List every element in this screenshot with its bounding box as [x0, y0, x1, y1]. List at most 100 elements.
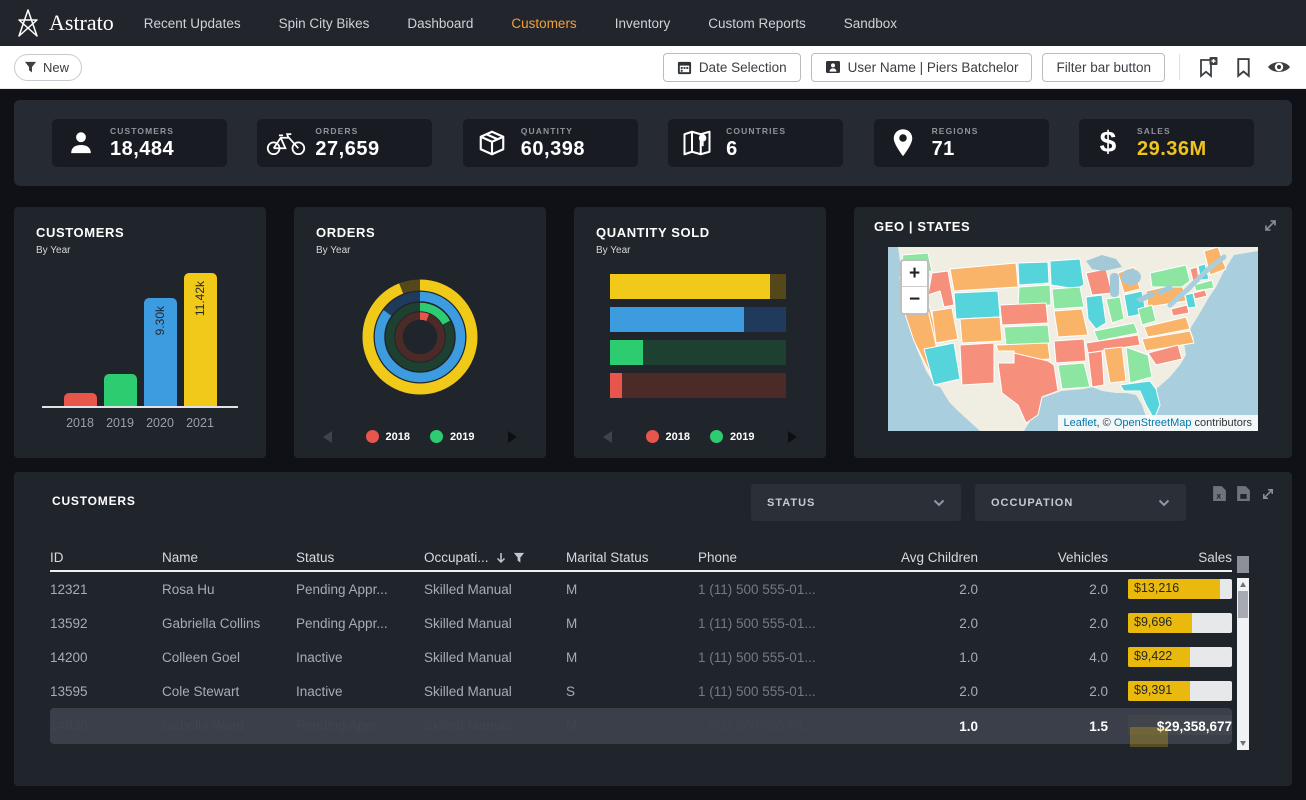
scrollbar-thumb[interactable]	[1238, 591, 1248, 618]
scroll-down-icon[interactable]	[1240, 741, 1246, 746]
cell-id: 14200	[50, 650, 162, 665]
orders-donut-chart[interactable]	[345, 262, 495, 412]
nav-item-dashboard[interactable]: Dashboard	[407, 16, 473, 31]
new-filter-label: New	[43, 60, 69, 75]
legend-prev-icon[interactable]	[323, 431, 332, 443]
kpi-label: SALES	[1137, 126, 1207, 136]
legend-next-icon[interactable]	[788, 431, 797, 443]
column-header-name[interactable]: Name	[162, 550, 296, 565]
expand-icon[interactable]	[1260, 486, 1276, 502]
chart-title: ORDERS	[316, 225, 524, 240]
astrato-logo[interactable]: Astrato	[16, 8, 114, 38]
sales-bar: $9,422	[1128, 647, 1232, 667]
kpi-label: REGIONS	[932, 126, 979, 136]
eye-icon[interactable]	[1266, 54, 1292, 80]
scroll-up-icon[interactable]	[1240, 582, 1246, 587]
charts-row: CUSTOMERS By Year 9.30k11.42k 2018201920…	[14, 207, 1292, 458]
customers-bar-chart[interactable]: 9.30k11.42k	[42, 270, 238, 408]
column-header-sales[interactable]: Sales	[1108, 550, 1232, 565]
filter-bar-button[interactable]: Filter bar button	[1042, 53, 1165, 82]
table-row[interactable]: 13592Gabriella CollinsPending Appr...Ski…	[50, 606, 1232, 640]
cell-phone: 1 (11) 500 555-01...	[698, 684, 868, 699]
user-badge-icon	[825, 59, 841, 75]
table-row[interactable]: 14200Colleen GoelInactiveSkilled ManualM…	[50, 640, 1232, 674]
legend-item-2019[interactable]: 2019	[710, 430, 754, 443]
cell-name: Gabriella Collins	[162, 616, 296, 631]
logo-text: Astrato	[49, 10, 114, 36]
x-tick-2018: 2018	[64, 416, 97, 430]
column-header-vehicles[interactable]: Vehicles	[978, 550, 1108, 565]
export-excel-icon[interactable]: x	[1212, 485, 1227, 502]
cell-marital: M	[566, 650, 698, 665]
legend-next-icon[interactable]	[508, 431, 517, 443]
bar-2019[interactable]	[104, 374, 137, 406]
zoom-in-button[interactable]: +	[902, 261, 927, 287]
bookmark-add-icon[interactable]	[1194, 54, 1220, 80]
cell-marital: M	[566, 582, 698, 597]
panel-customers-chart: CUSTOMERS By Year 9.30k11.42k 2018201920…	[14, 207, 266, 458]
expand-icon[interactable]	[1262, 217, 1279, 239]
cell-vehicles: 2.0	[978, 616, 1108, 631]
main-nav: Recent Updates Spin City Bikes Dashboard Cu…	[144, 16, 897, 31]
nav-item-spin-city-bikes[interactable]: Spin City Bikes	[279, 16, 370, 31]
nav-item-recent-updates[interactable]: Recent Updates	[144, 16, 241, 31]
hbar-2019[interactable]	[610, 340, 786, 365]
legend-item-2019[interactable]: 2019	[430, 430, 474, 443]
total-vehicles: 1.5	[978, 719, 1108, 734]
osm-link[interactable]: OpenStreetMap	[1114, 417, 1192, 429]
bookmark-icon[interactable]	[1230, 54, 1256, 80]
column-header-occupati[interactable]: Occupati...	[424, 550, 566, 565]
legend-prev-icon[interactable]	[603, 431, 612, 443]
hbar-2021[interactable]	[610, 274, 786, 299]
sales-value: $9,391	[1134, 683, 1172, 697]
nav-item-inventory[interactable]: Inventory	[615, 16, 671, 31]
kpi-row: CUSTOMERS18,484ORDERS27,659QUANTITY60,39…	[14, 100, 1292, 186]
cell-name: Rosa Hu	[162, 582, 296, 597]
table-row[interactable]: 12321Rosa HuPending Appr...Skilled Manua…	[50, 572, 1232, 606]
column-header-phone[interactable]: Phone	[698, 550, 868, 565]
bar-2021[interactable]: 11.42k	[184, 273, 217, 406]
export-file-icon[interactable]	[1236, 485, 1251, 502]
hbar-fill-2019	[610, 340, 643, 365]
zoom-out-button[interactable]: −	[902, 287, 927, 313]
hbar-2018[interactable]	[610, 373, 786, 398]
cell-avg-children: 2.0	[868, 582, 978, 597]
date-selection-button[interactable]: Date Selection	[663, 53, 801, 82]
column-header-avg-children[interactable]: Avg Children	[868, 550, 978, 565]
column-header-id[interactable]: ID	[50, 550, 162, 565]
legend-item-2018[interactable]: 2018	[366, 430, 410, 443]
new-filter-button[interactable]: New	[14, 54, 82, 81]
legend-item-2018[interactable]: 2018	[646, 430, 690, 443]
table-scrollbar[interactable]	[1237, 578, 1249, 750]
legend-dot	[366, 430, 379, 443]
status-filter-dropdown[interactable]: STATUS	[751, 484, 961, 521]
nav-item-custom-reports[interactable]: Custom Reports	[708, 16, 806, 31]
nav-item-sandbox[interactable]: Sandbox	[844, 16, 897, 31]
nav-item-customers[interactable]: Customers	[511, 16, 576, 31]
hbar-2020[interactable]	[610, 307, 786, 332]
quantity-hbar-chart[interactable]	[610, 274, 786, 398]
bar-2018[interactable]	[64, 393, 97, 406]
user-name-button[interactable]: User Name | Piers Batchelor	[811, 53, 1033, 82]
table-scrollbar-header-segment[interactable]	[1237, 556, 1249, 573]
table-row[interactable]: 13595Cole StewartInactiveSkilled ManualS…	[50, 674, 1232, 708]
cell-id: 13595	[50, 684, 162, 699]
column-header-status[interactable]: Status	[296, 550, 424, 565]
svg-text:x: x	[1216, 490, 1221, 500]
totals-row: 1.0 1.5 $29,358,677	[50, 708, 1232, 744]
kpi-label: QUANTITY	[521, 126, 585, 136]
occupation-filter-dropdown[interactable]: OCCUPATION	[975, 484, 1186, 521]
status-filter-label: STATUS	[767, 497, 815, 509]
cell-vehicles: 4.0	[978, 650, 1108, 665]
cell-vehicles: 2.0	[978, 684, 1108, 699]
attr-sep: , ©	[1097, 417, 1114, 429]
bar-2020[interactable]: 9.30k	[144, 298, 177, 406]
column-header-marital-status[interactable]: Marital Status	[566, 550, 698, 565]
chevron-down-icon	[933, 499, 945, 507]
leaflet-link[interactable]: Leaflet	[1064, 417, 1097, 429]
usa-states-map[interactable]: + − Leaflet, © OpenStreetMap contributor…	[888, 247, 1258, 431]
cell-marital: M	[566, 616, 698, 631]
kpi-value: 18,484	[110, 138, 174, 161]
sort-desc-icon	[496, 552, 506, 564]
kpi-value: 71	[932, 138, 979, 161]
